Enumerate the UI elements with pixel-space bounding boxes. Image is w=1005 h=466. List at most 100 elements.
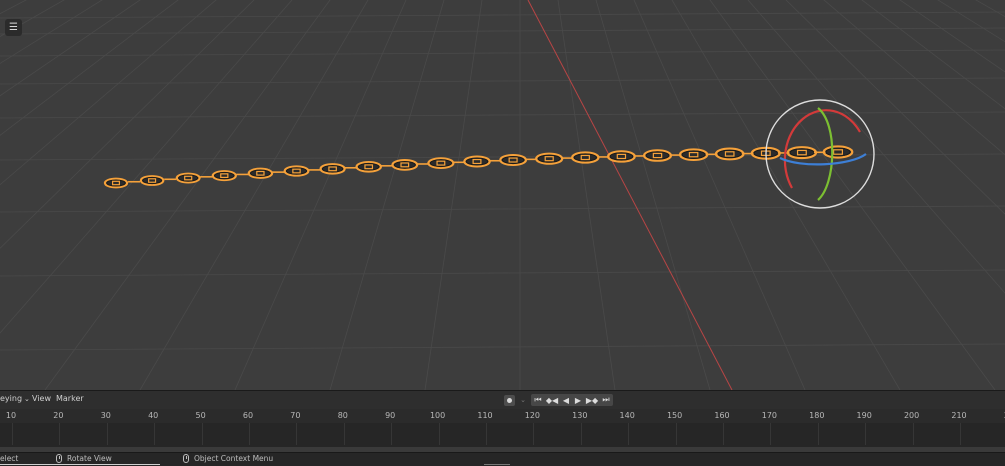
- grid-line: [0, 0, 65, 37]
- grid-line: [0, 0, 255, 249]
- frame-tick-label: 100: [429, 411, 446, 420]
- grid-line: [785, 0, 1005, 215]
- frame-grid-line: [676, 423, 677, 445]
- status-bar: elect Rotate View Object Context Menu: [0, 452, 1005, 466]
- grid-line: [520, 0, 1005, 390]
- frame-tick-label: 10: [5, 411, 17, 420]
- grid-line: [0, 0, 103, 64]
- grid-line: [44, 0, 331, 390]
- frame-grid-line: [818, 423, 819, 445]
- grid-line: [633, 0, 806, 390]
- grid-line: [0, 0, 179, 136]
- grid-line: [671, 0, 901, 390]
- grid-line: [0, 0, 141, 97]
- grid-line: [557, 0, 616, 390]
- grid-line: [0, 343, 1005, 351]
- list-icon[interactable]: ☰: [5, 19, 22, 36]
- jump-end-icon[interactable]: ⏭: [601, 395, 611, 405]
- grid-line: [0, 0, 27, 15]
- grid-line: [0, 0, 217, 186]
- frame-tick-label: 70: [290, 411, 301, 420]
- frame-grid-line: [391, 423, 392, 445]
- frame-tick-label: 40: [148, 411, 159, 420]
- grid-line: [520, 0, 1005, 390]
- grid-line: [424, 0, 483, 390]
- grid-line: [329, 0, 445, 390]
- 3d-viewport[interactable]: ☰: [0, 0, 1005, 390]
- frame-grid-line: [581, 423, 582, 445]
- prev-keyframe-icon[interactable]: ◆◀: [545, 395, 559, 405]
- frame-grid-line: [913, 423, 914, 445]
- status-rotate-view: Rotate View: [56, 454, 112, 463]
- frame-grid-line: [12, 423, 13, 445]
- frame-grid-line: [296, 423, 297, 445]
- gizmo-view-ring: [765, 99, 875, 209]
- grid-line: [0, 0, 520, 390]
- grid-line: [520, 0, 1005, 390]
- frame-grid-line: [960, 423, 961, 445]
- frame-grid-line: [154, 423, 155, 445]
- frame-grid-line: [533, 423, 534, 445]
- grid-line: [520, 0, 1005, 390]
- marker-menu[interactable]: Marker: [56, 394, 84, 403]
- chevron-down-icon: ⌄: [24, 395, 30, 403]
- frame-grid-line: [770, 423, 771, 445]
- frame-tick-label: 20: [53, 411, 64, 420]
- viewport-scene[interactable]: [0, 0, 1005, 390]
- play-reverse-icon[interactable]: ◀: [561, 395, 571, 405]
- grid-line: [899, 0, 1005, 73]
- frame-grid-line: [628, 423, 629, 445]
- frame-tick-label: 200: [903, 411, 920, 420]
- status-context-menu: Object Context Menu: [183, 454, 273, 463]
- frame-ruler[interactable]: 10 20 30 40 50 60 70 80 90 100 110 120 130 140 150 160 1…: [0, 409, 1005, 423]
- grid-line: [861, 0, 1005, 110]
- grid-line: [975, 0, 1005, 17]
- x-axis-line: [527, 0, 733, 390]
- status-select: elect: [0, 454, 18, 463]
- grid-line: [747, 0, 1005, 294]
- frame-grid-line: [344, 423, 345, 445]
- frame-grid-line: [865, 423, 866, 445]
- frame-tick-label: 90: [385, 411, 396, 420]
- frame-grid-line: [439, 423, 440, 445]
- grid-line: [0, 0, 293, 334]
- grid-line: [0, 27, 1005, 35]
- grid-line: [139, 0, 369, 390]
- timeline-editor[interactable]: eying ⌄ View Marker ⌄ ⏮ ◆◀ ◀ ▶ ▶◆ ⏭ 10 20 3…: [0, 390, 1005, 453]
- grid-line: [0, 77, 1005, 85]
- grid-line: [0, 269, 1005, 277]
- timeline-tracks[interactable]: [0, 423, 1005, 453]
- grid-line: [520, 0, 1005, 390]
- keying-menu[interactable]: eying ⌄: [0, 394, 30, 403]
- frame-tick-label: 190: [856, 411, 872, 420]
- frame-grid-line: [723, 423, 724, 445]
- frame-grid-line: [249, 423, 250, 445]
- grid-line: [0, 49, 1005, 57]
- playback-controls: ⌄ ⏮ ◆◀ ◀ ▶ ▶◆ ⏭: [504, 394, 613, 406]
- status-context-menu-label: Object Context Menu: [194, 454, 274, 463]
- play-icon[interactable]: ▶: [573, 395, 583, 405]
- keying-menu-label: eying: [0, 394, 23, 403]
- grid-line: [520, 0, 1005, 390]
- next-keyframe-icon[interactable]: ▶◆: [585, 395, 599, 405]
- frame-tick-label: 150: [666, 411, 683, 420]
- view-menu[interactable]: View: [32, 394, 51, 403]
- record-icon[interactable]: [504, 394, 515, 406]
- grid-line: [595, 0, 711, 390]
- grid-line: [823, 0, 1005, 156]
- frame-grid-line: [486, 423, 487, 445]
- status-rotate-view-label: Rotate View: [67, 454, 112, 463]
- chevron-down-icon[interactable]: ⌄: [518, 396, 528, 404]
- jump-start-icon[interactable]: ⏮: [533, 395, 543, 405]
- frame-tick-label: 120: [524, 411, 541, 420]
- frame-tick-label: 130: [572, 411, 588, 420]
- frame-tick-label: 110: [477, 411, 493, 420]
- frame-grid-line: [107, 423, 108, 445]
- frame-grid-line: [202, 423, 203, 445]
- mouse-icon: [183, 454, 189, 463]
- mouse-icon: [56, 454, 62, 463]
- status-select-label: elect: [0, 454, 19, 463]
- frame-tick-label: 160: [714, 411, 730, 420]
- grid-line: [709, 0, 996, 390]
- grid-line: [520, 0, 1005, 390]
